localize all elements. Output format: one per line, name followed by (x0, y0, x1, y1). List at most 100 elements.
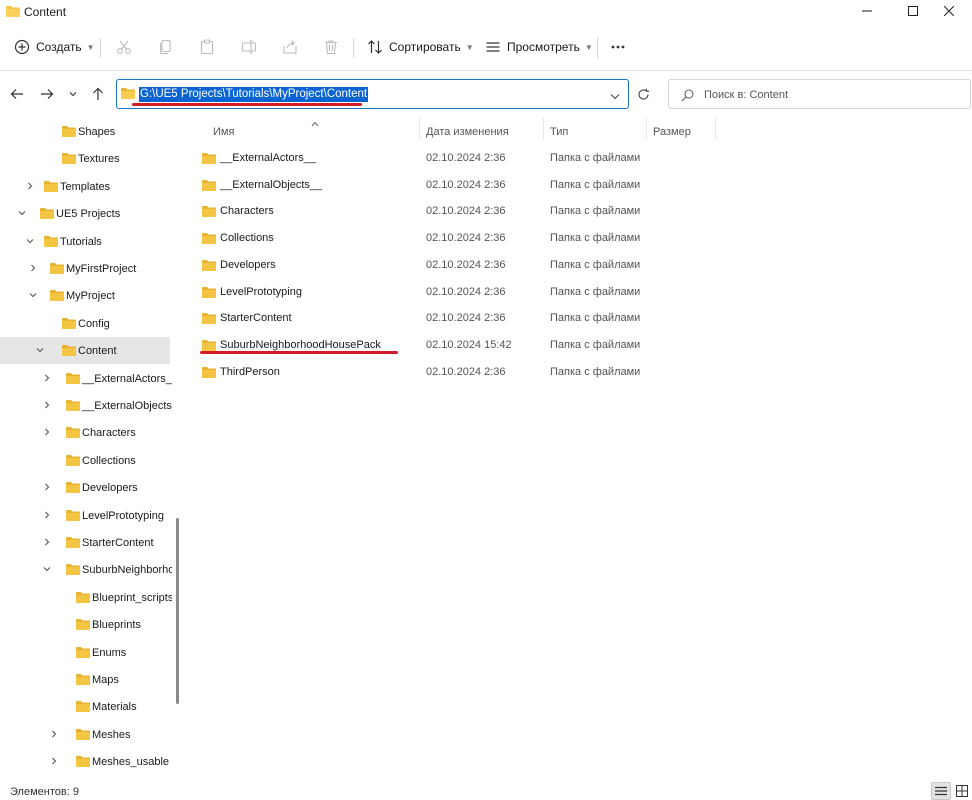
folder-icon (76, 646, 90, 661)
chevron-down-icon[interactable] (25, 236, 35, 246)
details-view-button[interactable] (931, 782, 951, 800)
file-name: Characters (220, 205, 274, 218)
sidebar-item[interactable]: Config (0, 310, 170, 337)
file-type: Папка с файлами (550, 258, 641, 271)
file-row[interactable]: __ExternalActors__ 02.10.2024 2:36 Папка с… (196, 144, 656, 170)
create-button[interactable]: Создать ▼ (14, 32, 95, 62)
folder-icon (66, 454, 80, 469)
file-name: __ExternalObjects__ (220, 178, 323, 191)
sidebar-item[interactable]: Meshes_usable (0, 748, 170, 775)
cut-button[interactable] (116, 32, 132, 62)
paste-button[interactable] (199, 32, 215, 62)
sidebar-item[interactable]: Content (0, 337, 170, 365)
sidebar-item[interactable]: Meshes (0, 721, 170, 748)
chevron-right-icon[interactable] (42, 510, 52, 520)
sidebar-item[interactable]: StarterContent (0, 529, 170, 556)
column-size-label: Размер (653, 126, 691, 138)
column-header-name[interactable]: Имя (213, 118, 234, 146)
sidebar-item-label: Meshes (92, 728, 131, 741)
chevron-right-icon[interactable] (42, 537, 52, 547)
file-row[interactable]: __ExternalObjects__ 02.10.2024 2:36 Папка … (196, 171, 656, 197)
sidebar-item[interactable]: __ExternalObjects__ (0, 392, 172, 419)
sidebar-item[interactable]: Templates (0, 173, 170, 200)
column-divider[interactable] (646, 118, 647, 140)
sidebar-item[interactable]: Collections (0, 447, 170, 474)
column-header-type[interactable]: Тип (550, 118, 568, 146)
chevron-right-icon[interactable] (42, 400, 52, 410)
folder-icon (66, 454, 80, 466)
chevron-right-icon[interactable] (42, 482, 52, 492)
sidebar-scrollbar-thumb[interactable] (176, 518, 179, 704)
up-button[interactable] (88, 84, 108, 104)
chevron-right-icon[interactable] (28, 263, 38, 273)
more-button[interactable] (610, 32, 626, 62)
column-divider[interactable] (419, 118, 420, 140)
navigation-pane: Shapes Textures Templates UE5 Projects Tutor… (0, 118, 172, 780)
navigation-bar: G:\UE5 Projects\Tutorials\MyProject\Cont… (0, 76, 972, 112)
chevron-down-icon[interactable] (610, 89, 620, 103)
sidebar-item[interactable]: Textures (0, 145, 170, 172)
sidebar-item-label: StarterContent (82, 537, 154, 549)
sort-button[interactable]: Сортировать ▼ (367, 32, 474, 62)
refresh-button[interactable] (631, 79, 656, 109)
delete-button[interactable] (323, 32, 339, 62)
folder-icon (76, 756, 90, 768)
chevron-down-icon[interactable] (17, 208, 27, 218)
file-row[interactable]: Collections 02.10.2024 2:36 Папка с файлам… (196, 224, 656, 250)
chevron-right-icon[interactable] (25, 181, 35, 191)
recent-locations-button[interactable] (63, 84, 83, 104)
file-row[interactable]: StarterContent 02.10.2024 2:36 Папка с фай… (196, 304, 656, 330)
back-button[interactable] (7, 84, 27, 104)
view-button[interactable]: Просмотреть ▼ (485, 32, 593, 62)
sidebar-item[interactable]: Maps (0, 666, 170, 693)
sidebar-item[interactable]: Enums (0, 639, 170, 666)
sidebar-item[interactable]: SuburbNeighborhoodHousePack (0, 556, 172, 583)
sidebar-item[interactable]: MyProject (0, 282, 170, 309)
sidebar-item[interactable]: LevelPrototyping (0, 502, 170, 529)
chevron-down-icon[interactable] (35, 345, 45, 355)
view-lines-icon (486, 42, 500, 52)
rename-button[interactable] (241, 32, 257, 62)
chevron-down-icon[interactable] (42, 564, 52, 574)
sidebar-item[interactable]: Blueprints (0, 611, 170, 638)
sidebar-item[interactable]: UE5 Projects (0, 200, 170, 227)
chevron-right-icon[interactable] (42, 373, 52, 383)
sidebar-item[interactable]: Characters (0, 419, 170, 446)
sidebar-item[interactable]: Shapes (0, 118, 170, 145)
share-button[interactable] (282, 32, 298, 62)
sidebar-item[interactable]: Materials (0, 693, 170, 720)
folder-icon (76, 674, 90, 685)
sidebar-item-label: MyProject (66, 290, 115, 303)
close-button[interactable] (926, 0, 972, 22)
file-row[interactable]: ThirdPerson 02.10.2024 2:36 Папка с файлам… (196, 358, 656, 384)
sidebar-item[interactable]: __ExternalActors__ (0, 365, 172, 392)
file-row[interactable]: SuburbNeighborhoodHousePack 02.10.2024 15… (196, 331, 656, 357)
copy-button[interactable] (158, 32, 174, 62)
column-header-size[interactable]: Размер (653, 118, 691, 146)
tiles-view-button[interactable] (952, 782, 972, 800)
column-type-label: Тип (550, 126, 569, 138)
column-header-date[interactable]: Дата изменения (426, 118, 509, 146)
folder-icon (202, 179, 216, 191)
sidebar-item[interactable]: Developers (0, 474, 170, 501)
sidebar-item[interactable]: Tutorials (0, 228, 170, 255)
column-divider[interactable] (543, 118, 544, 140)
chevron-right-icon[interactable] (42, 427, 52, 437)
file-row[interactable]: Characters 02.10.2024 2:36 Папка с файлами (196, 197, 656, 223)
minimize-button[interactable] (844, 0, 890, 22)
sidebar-item[interactable]: MyFirstProject (0, 255, 170, 282)
chevron-right-icon[interactable] (49, 756, 59, 766)
file-row[interactable]: LevelPrototyping 02.10.2024 2:36 Папка с ф… (196, 278, 656, 304)
chevron-down-icon[interactable] (28, 290, 38, 300)
file-name: ThirdPerson (220, 365, 280, 378)
folder-icon (202, 153, 216, 164)
folder-icon (202, 205, 216, 220)
more-dots-icon (611, 45, 625, 49)
file-row[interactable]: Developers 02.10.2024 2:36 Папка с файлами (196, 251, 656, 277)
search-box[interactable]: Поиск в: Content (668, 79, 971, 109)
column-divider[interactable] (715, 118, 716, 140)
forward-button[interactable] (37, 84, 57, 104)
chevron-right-icon[interactable] (49, 729, 59, 739)
address-path-text[interactable]: G:\UE5 Projects\Tutorials\MyProject\Cont… (139, 87, 369, 102)
sidebar-item[interactable]: Blueprint_scripts (0, 584, 172, 611)
